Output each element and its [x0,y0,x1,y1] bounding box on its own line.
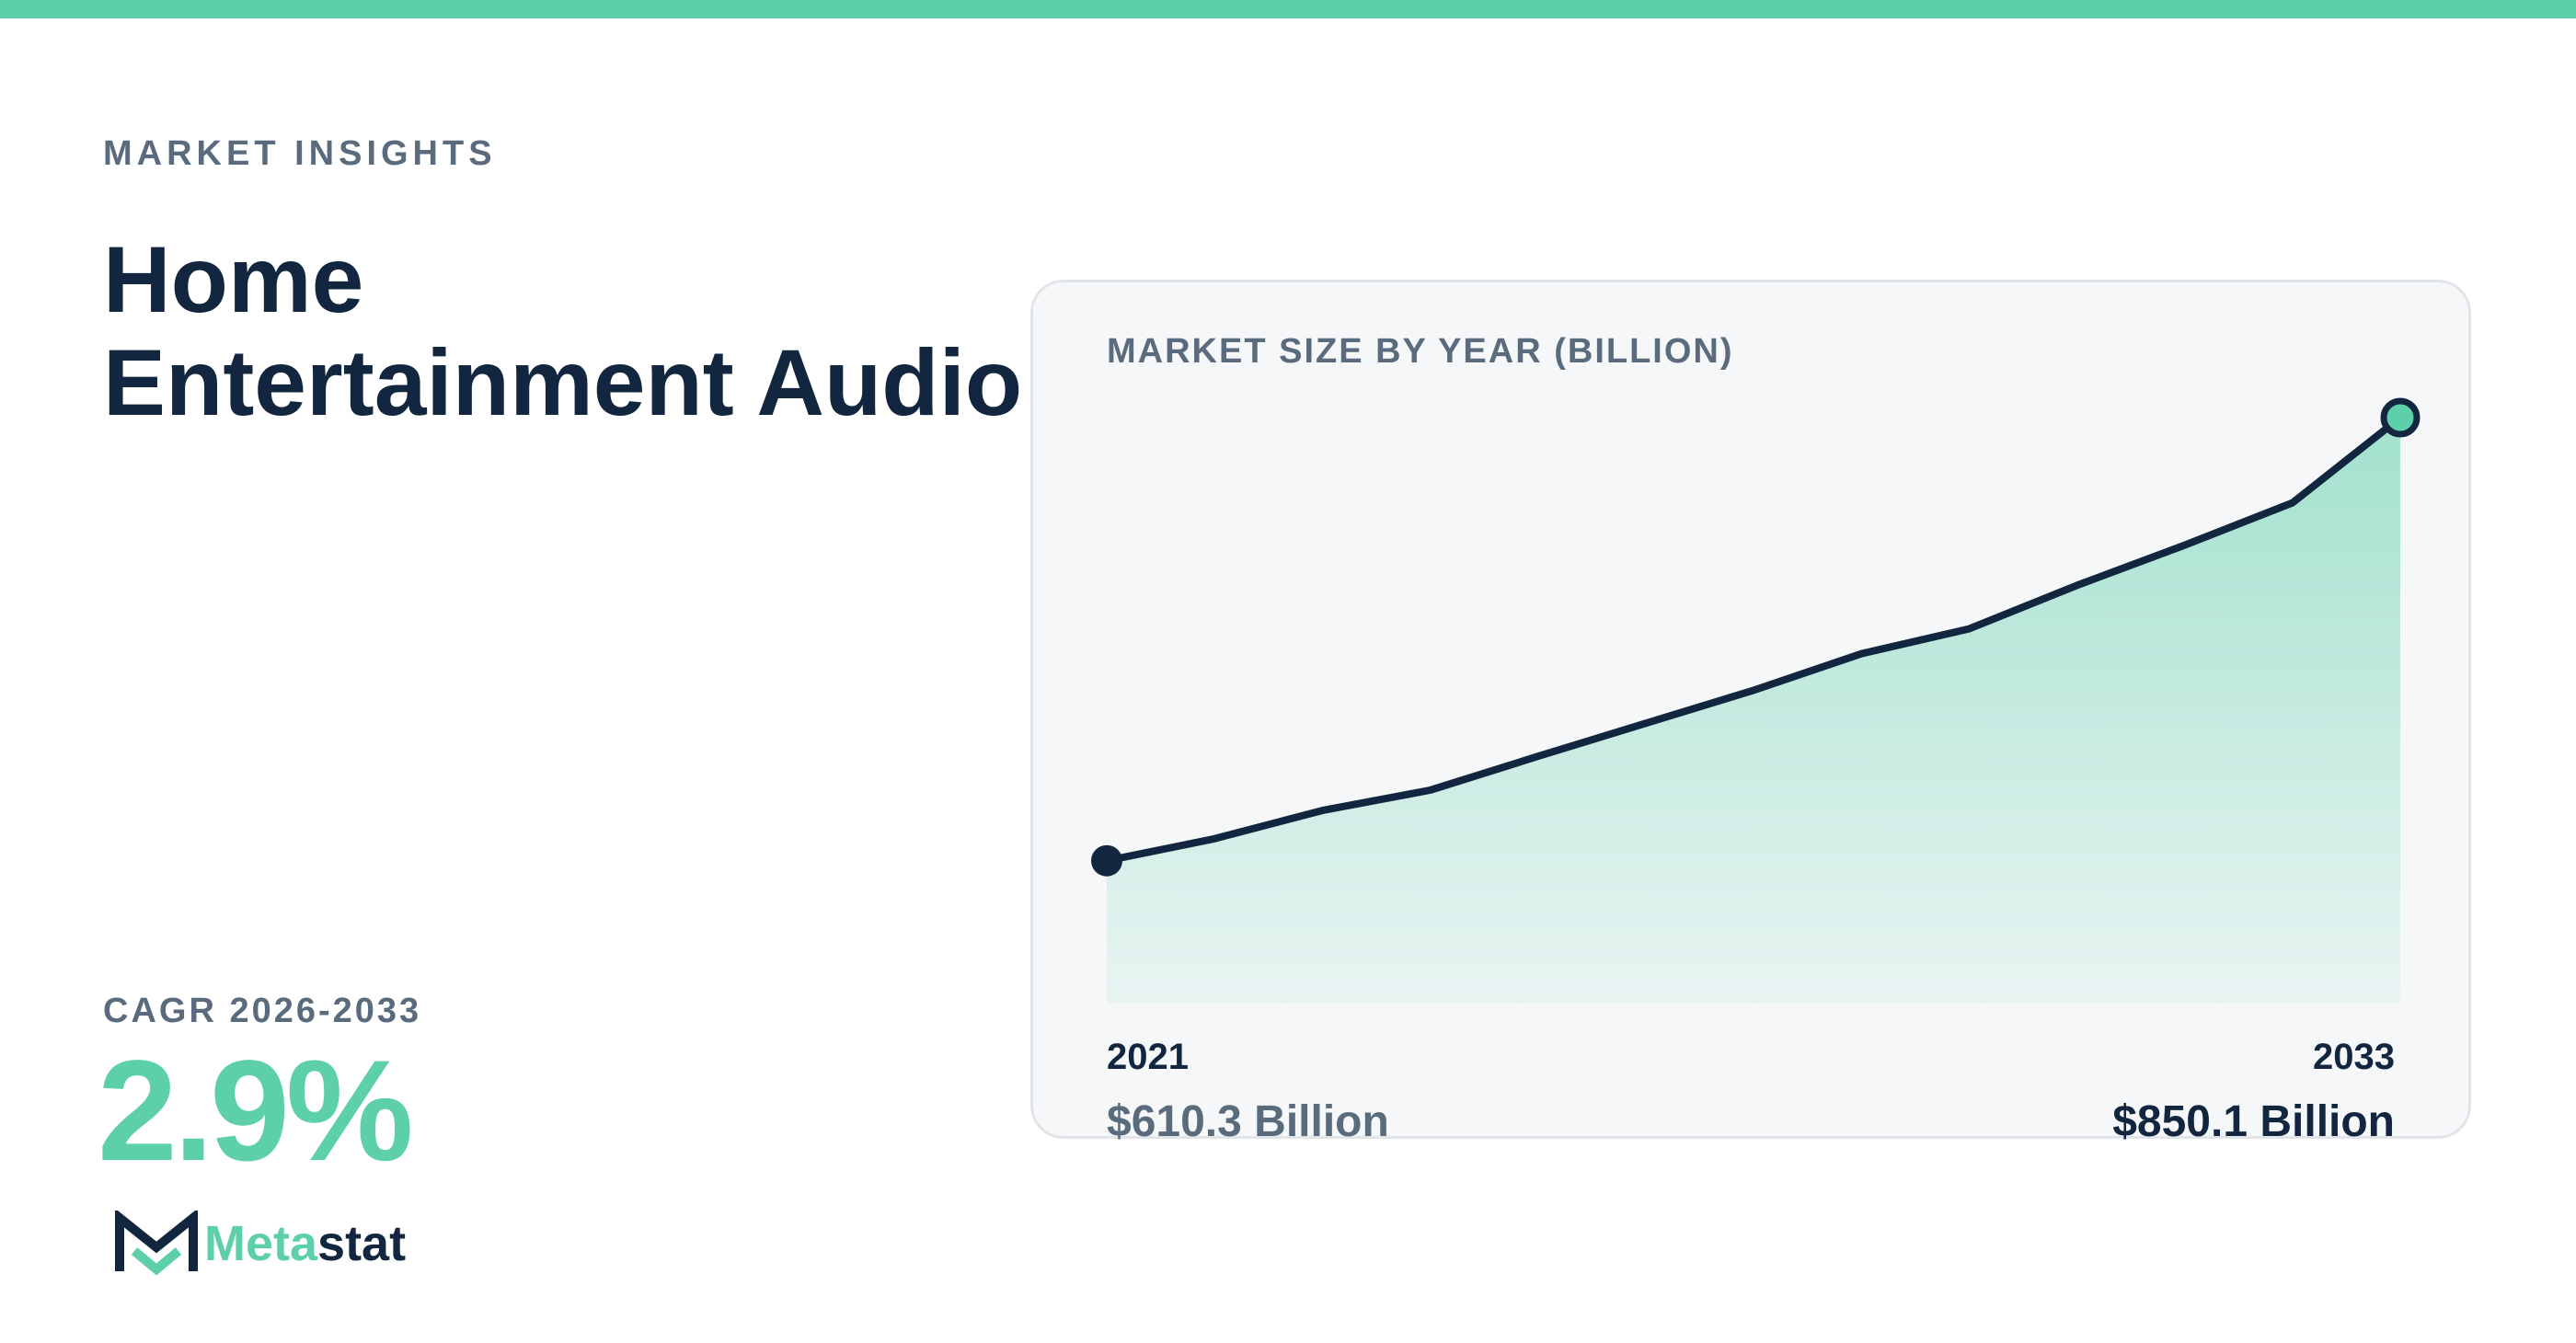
cagr-value: 2.9% [98,1031,414,1191]
top-accent-bar [0,0,2576,18]
area-fill [1107,418,2400,1004]
end-year-label: 2033 [2313,1037,2395,1077]
logo-text-meta: Meta [204,1216,318,1271]
end-value-label: $850.1 Billion [2112,1097,2395,1146]
market-size-chart [1091,397,2421,1004]
logo-text-stat: stat [317,1216,407,1271]
chart-card: MARKET SIZE BY YEAR (BILLION) 2021 2033 … [1030,280,2471,1145]
page-title-line-1: Home [103,227,364,332]
page-title-line-2: Entertainment Audio a [103,330,1101,435]
metastat-logo: Metastat [112,1211,406,1277]
start-value-label: $610.3 Billion [1107,1097,1389,1146]
metastat-logo-text: Metastat [204,1215,406,1272]
eyebrow-label: MARKET INSIGHTS [103,134,497,173]
page-title: Home Entertainment Audio a [103,228,1100,434]
start-point [1091,844,1122,877]
start-year-label: 2021 [1107,1037,1189,1077]
metastat-logo-icon [115,1211,198,1276]
end-point [2380,397,2421,438]
cagr-label: CAGR 2026-2033 [103,992,422,1030]
